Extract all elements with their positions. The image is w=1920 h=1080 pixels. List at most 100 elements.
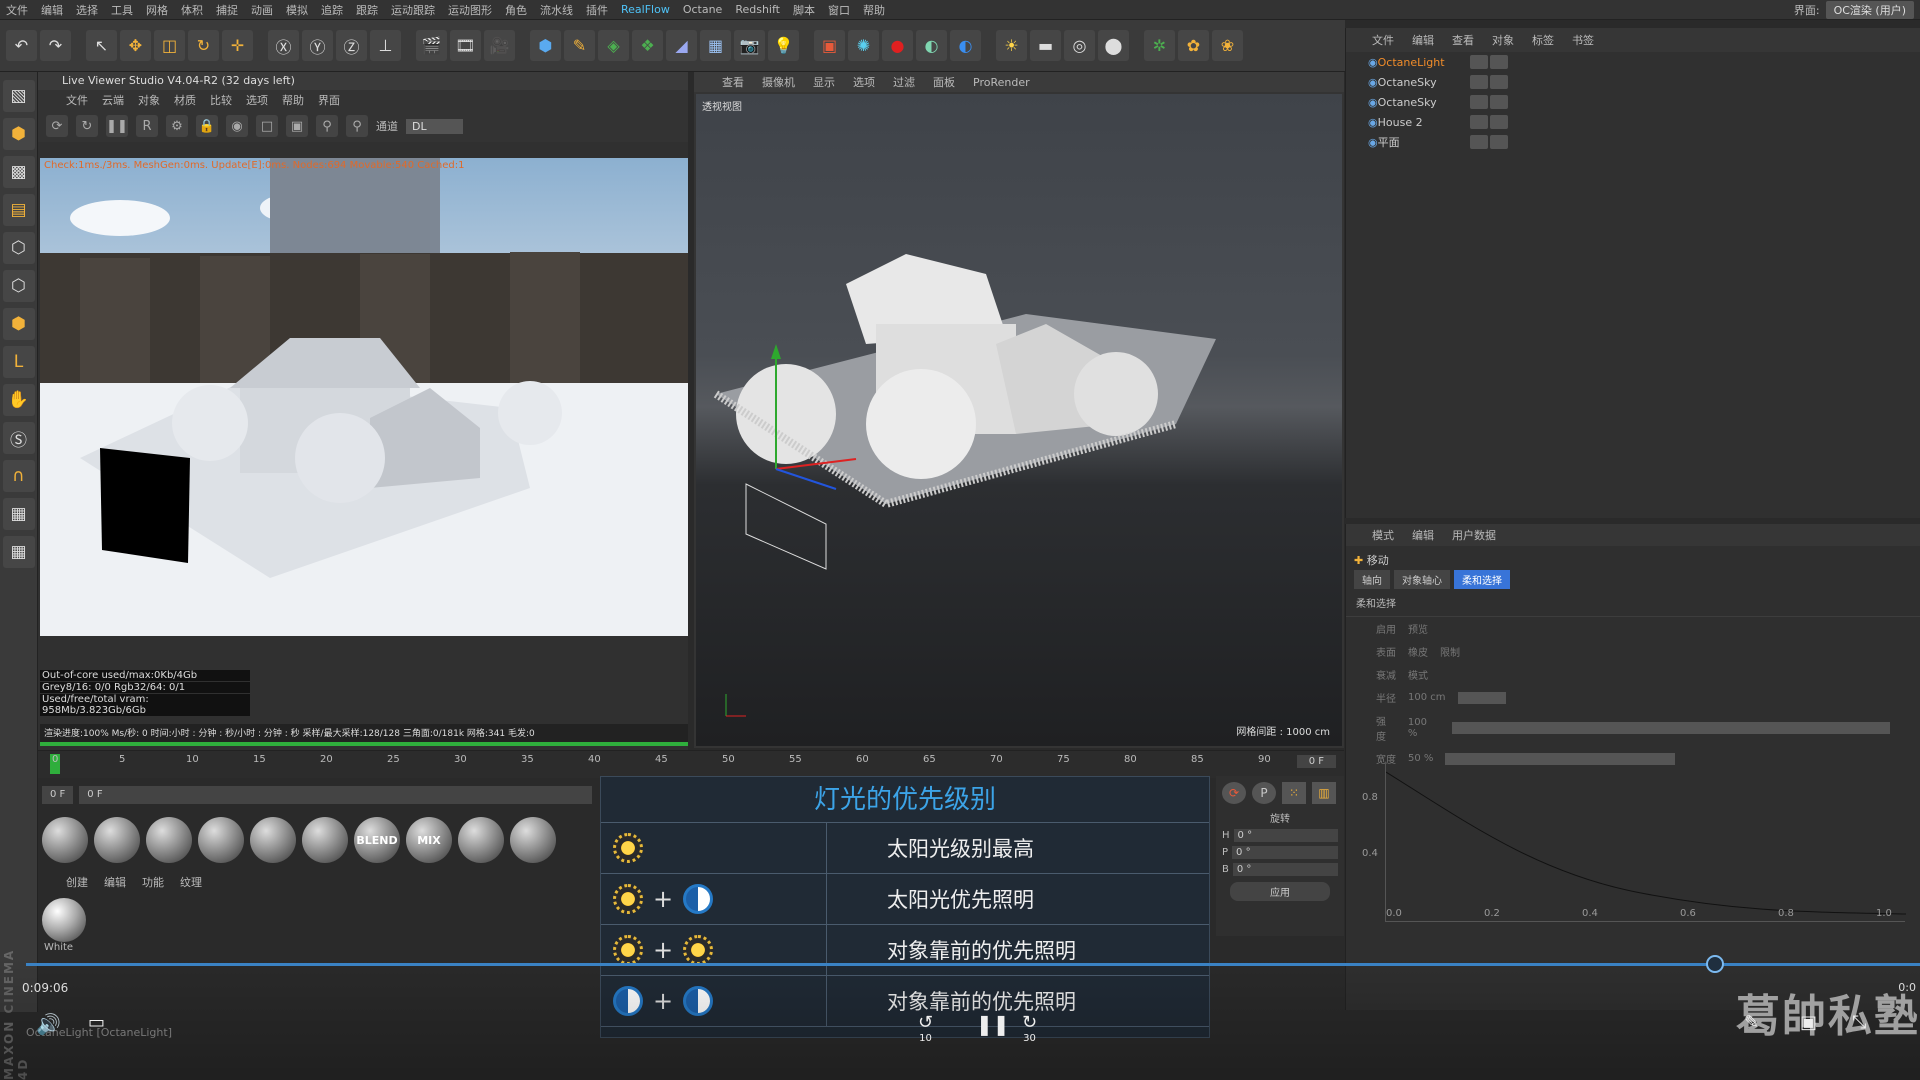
move-icon[interactable]: ✥ [120, 30, 151, 61]
seek-knob[interactable] [1706, 955, 1724, 973]
object-name[interactable]: OctaneSky [1378, 76, 1468, 89]
object-row[interactable]: ◉ OctaneSky [1346, 92, 1920, 112]
menu-item-9[interactable]: 追踪 [321, 2, 343, 18]
recent-tool-icon[interactable]: ✛ [222, 30, 253, 61]
material-preset-6[interactable]: BLEND [354, 817, 400, 863]
send-scene-icon[interactable]: ⟳ [46, 115, 68, 137]
menu-item-0[interactable]: 文件 [6, 2, 28, 18]
menu-item-19[interactable]: 脚本 [793, 2, 815, 18]
refresh-icon[interactable]: ⟳ [1222, 782, 1246, 804]
object-menu-item-1[interactable]: 编辑 [1412, 32, 1434, 48]
exit-fullscreen-icon[interactable]: ⤡ [1852, 1012, 1866, 1033]
octane-daylight-icon[interactable]: ☀ [996, 30, 1027, 61]
object-visibility-tag[interactable] [1469, 95, 1488, 109]
render-preview[interactable]: Check:1ms./3ms. MeshGen:0ms. Update[E]:0… [40, 158, 688, 636]
floor-icon[interactable]: ▦ [700, 30, 731, 61]
mode-texture-icon[interactable]: ▩ [2, 156, 35, 188]
soft-selection-slider[interactable] [1451, 722, 1890, 734]
region-render-icon[interactable]: R [136, 115, 158, 137]
object-row[interactable]: ◉ 平面 [1346, 132, 1920, 152]
material-preset-3[interactable] [198, 817, 244, 863]
attr-tab-2[interactable]: 柔和选择 [1454, 570, 1510, 589]
menu-item-17[interactable]: Octane [683, 3, 723, 16]
lv-menu-item-3[interactable]: 材质 [174, 92, 196, 108]
octane-spotlight-icon[interactable]: ⬤ [1098, 30, 1129, 61]
object-visibility-tag[interactable] [1469, 115, 1488, 129]
lv-menu-item-6[interactable]: 帮助 [282, 92, 304, 108]
render-settings-icon[interactable]: 🎥 [484, 30, 515, 61]
object-menu-item-2[interactable]: 查看 [1452, 32, 1474, 48]
settings-gear-icon[interactable]: ⚙ [166, 115, 188, 137]
y-axis-icon[interactable]: Ⓨ [302, 30, 333, 61]
channel-dropdown[interactable]: DL [406, 118, 463, 134]
object-name[interactable]: OctaneLight [1378, 56, 1468, 69]
render-picture-viewer-icon[interactable]: 🎞 [450, 30, 481, 61]
menu-item-15[interactable]: 插件 [586, 2, 608, 18]
lv-menu-item-4[interactable]: 比较 [210, 92, 232, 108]
object-row[interactable]: ◉ OctaneLight [1346, 52, 1920, 72]
redo-icon[interactable]: ↷ [40, 30, 71, 61]
timeline-end-frame[interactable]: 0 F [1296, 755, 1336, 768]
object-name[interactable]: OctaneSky [1378, 96, 1468, 109]
snap-icon[interactable]: Ⓢ [2, 422, 35, 454]
menu-item-2[interactable]: 选择 [76, 2, 98, 18]
menu-item-21[interactable]: 帮助 [863, 2, 885, 18]
lv-menu-item-2[interactable]: 对象 [138, 92, 160, 108]
octane-forest-icon[interactable]: ❀ [1212, 30, 1243, 61]
material-preset-1[interactable] [94, 817, 140, 863]
menu-item-5[interactable]: 体积 [181, 2, 203, 18]
mode-polygons-icon[interactable]: ⬢ [2, 308, 35, 340]
menu-item-11[interactable]: 运动跟踪 [391, 2, 435, 18]
menu-item-3[interactable]: 工具 [111, 2, 133, 18]
perspective-viewport[interactable]: 查看 摄像机 显示 选项 过滤 面板 ProRender 透视视图 网格间距 : 1000 … [694, 72, 1344, 748]
planar-workplane-icon[interactable]: ▦ [2, 536, 35, 568]
mode-object-icon[interactable]: ⬢ [2, 118, 35, 150]
attr-menu-item-2[interactable]: 用户数据 [1452, 527, 1496, 543]
subtitles-icon[interactable]: ▭ [88, 1012, 105, 1033]
soft-selection-slider[interactable] [1457, 691, 1506, 704]
render-view-icon[interactable]: 🎬 [416, 30, 447, 61]
x-axis-icon[interactable]: Ⓧ [268, 30, 299, 61]
menu-item-10[interactable]: 跟踪 [356, 2, 378, 18]
menu-item-8[interactable]: 模拟 [286, 2, 308, 18]
material-menu-item-0[interactable]: 创建 [66, 874, 88, 890]
seek-bar[interactable] [26, 963, 1920, 966]
material-white-preview[interactable] [42, 898, 86, 942]
subdivision-icon[interactable]: ◈ [598, 30, 629, 61]
object-row[interactable]: ◉ OctaneSky [1346, 72, 1920, 92]
pause-icon[interactable]: ❚❚ [106, 115, 128, 137]
dots-grid-icon[interactable]: ⁙ [1282, 782, 1306, 804]
menu-item-18[interactable]: Redshift [735, 3, 780, 16]
interface-selector[interactable]: 界面: OC渲染 (用户) [1794, 1, 1914, 19]
attr-tab-1[interactable]: 对象轴心 [1394, 570, 1450, 589]
object-menu-item-3[interactable]: 对象 [1492, 32, 1514, 48]
lock-icon[interactable]: 🔒 [196, 115, 218, 137]
preview-range-field[interactable]: 0 F [79, 786, 592, 804]
volume-icon[interactable]: 🔊 [36, 1012, 61, 1036]
viewport-menu-item-1[interactable]: 摄像机 [762, 74, 795, 90]
menu-item-4[interactable]: 网格 [146, 2, 168, 18]
attr-menu-item-1[interactable]: 编辑 [1412, 527, 1434, 543]
undo-icon[interactable]: ↶ [6, 30, 37, 61]
material-white[interactable]: White [42, 898, 86, 956]
pick-focus-icon[interactable]: ⚲ [316, 115, 338, 137]
material-preset-0[interactable] [42, 817, 88, 863]
array-icon[interactable]: ❖ [632, 30, 663, 61]
menu-item-14[interactable]: 流水线 [540, 2, 573, 18]
mode-points-icon[interactable]: ⬡ [2, 232, 35, 264]
param-icon[interactable]: P [1252, 782, 1276, 804]
octane-scatter-icon[interactable]: ✲ [1144, 30, 1175, 61]
mode-model-icon[interactable]: ▧ [2, 80, 35, 112]
material-preset-7[interactable]: MIX [406, 817, 452, 863]
octane-arealight-icon[interactable]: ▬ [1030, 30, 1061, 61]
viewport-menu-item-6[interactable]: ProRender [973, 76, 1030, 89]
lock-workplane-icon[interactable]: ▦ [2, 498, 35, 530]
falloff-graph[interactable]: 0.8 0.4 0.0 0.2 0.4 0.6 0.8 1.0 [1362, 762, 1907, 922]
rewind-10-icon[interactable]: ↺ 10 [918, 1012, 933, 1044]
cube-icon[interactable]: ⬢ [530, 30, 561, 61]
timeline[interactable]: 0 5 10 15 20 25 30 35 40 45 50 55 60 65 70 75 80 85 90 0 F [38, 750, 1344, 778]
menu-item-13[interactable]: 角色 [505, 2, 527, 18]
attr-tab-0[interactable]: 轴向 [1354, 570, 1390, 589]
viewport-menu-item-2[interactable]: 显示 [813, 74, 835, 90]
menu-item-20[interactable]: 窗口 [828, 2, 850, 18]
